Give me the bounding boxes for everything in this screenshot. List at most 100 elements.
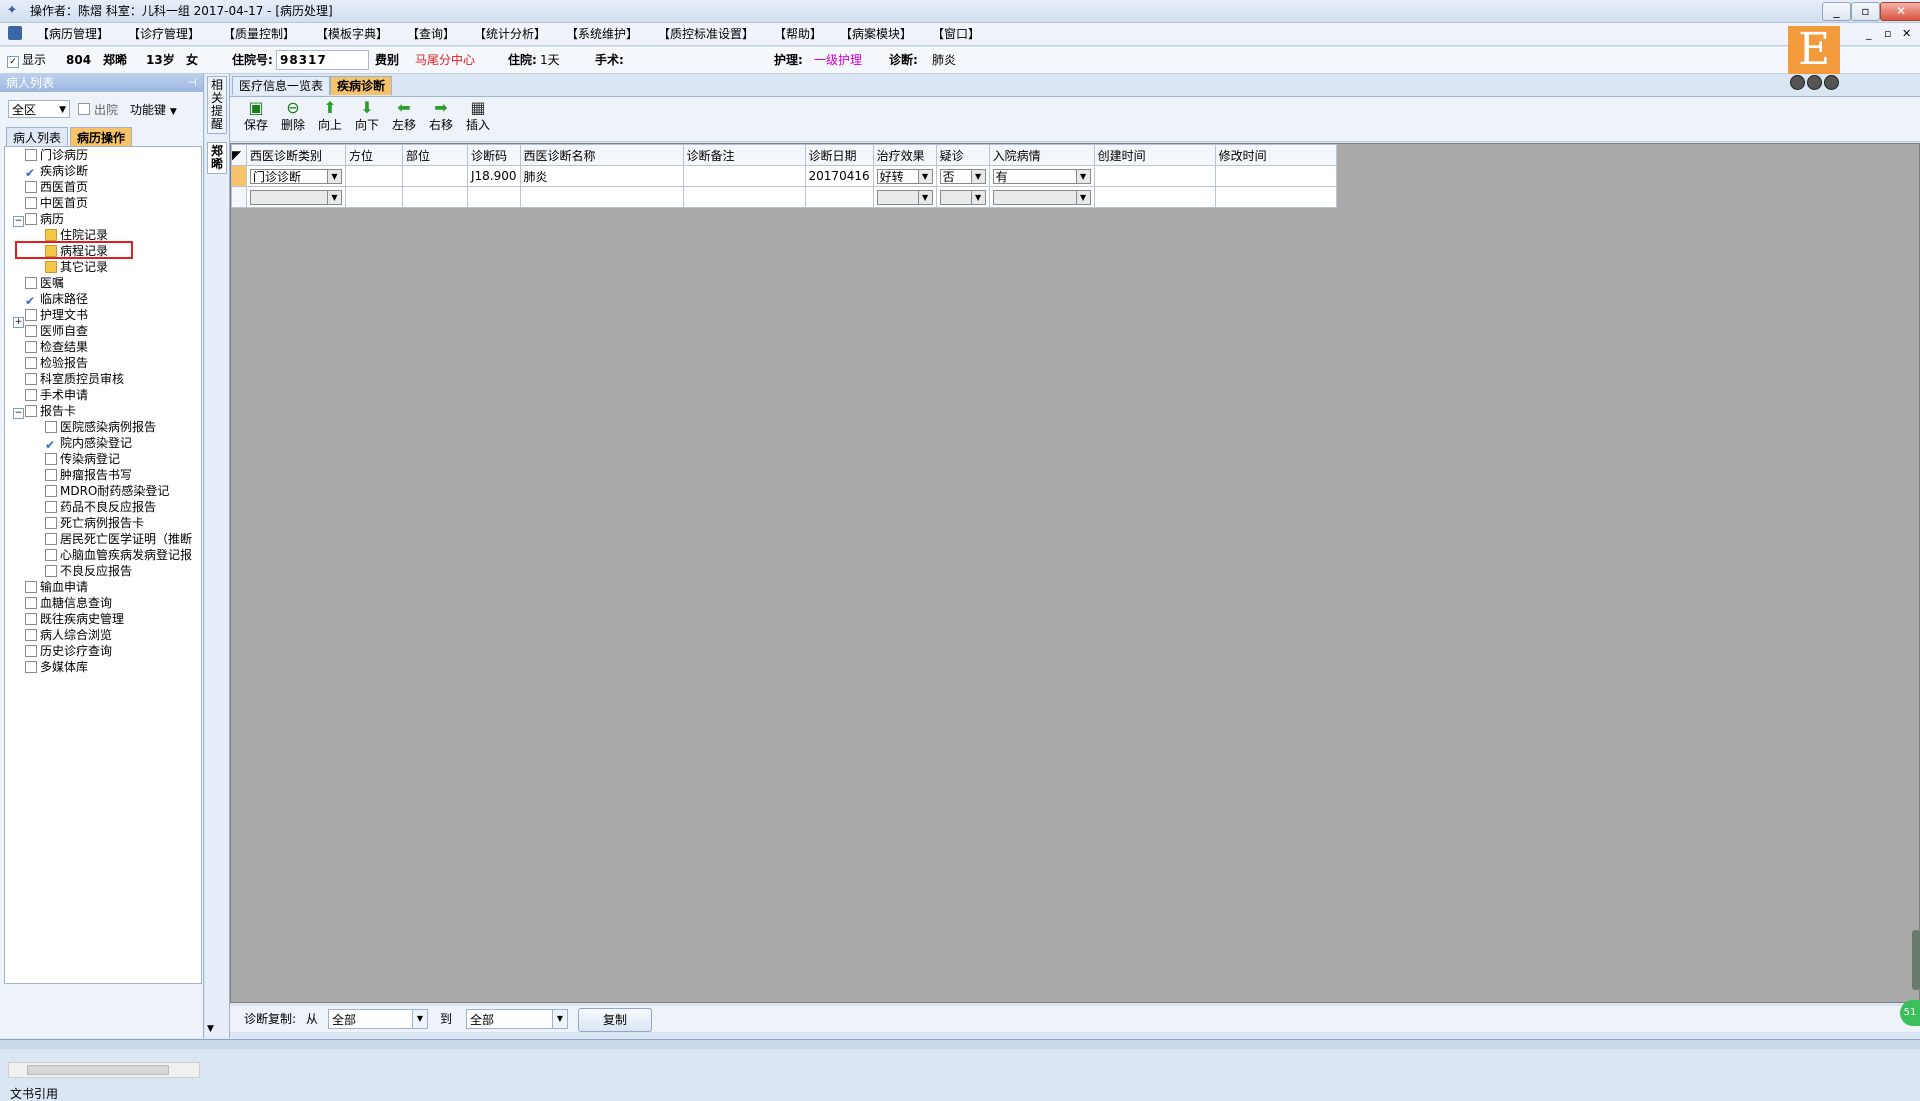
restore-button[interactable]: ▫ [1851, 2, 1880, 21]
tree-item-self-check[interactable]: 医师自查 [25, 324, 88, 339]
cell-suspected[interactable]: 否 ▼ [935, 165, 990, 187]
insert-button[interactable]: ▦ 插入 [460, 99, 496, 133]
tree-item-lab-report[interactable]: 检验报告 [25, 356, 88, 371]
col-note[interactable]: 诊断备注 [682, 144, 806, 166]
cell-category[interactable]: ▼ [246, 186, 346, 208]
col-code[interactable]: 诊断码 [467, 144, 521, 166]
menu-template-dictionary[interactable]: 【模板字典】 [316, 26, 388, 42]
mdi-restore-button[interactable]: ▫ [1884, 26, 1891, 42]
expand-icon[interactable]: + [13, 317, 24, 328]
col-date[interactable]: 诊断日期 [804, 144, 874, 166]
collapse-icon[interactable]: − [13, 408, 24, 419]
tree-item-infectious-disease[interactable]: 传染病登记 [45, 452, 120, 467]
cell-created-time[interactable] [1093, 186, 1216, 208]
tree-item-western-homepage[interactable]: 西医首页 [25, 180, 88, 195]
tree-item-glucose-query[interactable]: 血糖信息查询 [25, 596, 112, 611]
cell-side[interactable] [345, 186, 403, 208]
col-admission-condition[interactable]: 入院病情 [988, 144, 1095, 166]
minimize-button[interactable]: _ [1822, 2, 1851, 21]
chevron-down-icon[interactable]: ▼ [970, 190, 985, 204]
col-western-category[interactable]: 西医诊断类别 [246, 144, 346, 166]
tree-item-orders[interactable]: 医嘱 [25, 276, 64, 291]
chevron-down-icon[interactable]: ▼ [412, 1010, 427, 1028]
col-effect[interactable]: 治疗效果 [872, 144, 937, 166]
tree-item-surgery-request[interactable]: 手术申请 [25, 388, 88, 403]
menu-quality-control[interactable]: 【质量控制】 [223, 26, 295, 42]
col-site[interactable]: 部位 [402, 144, 468, 166]
col-diagnosis-name[interactable]: 西医诊断名称 [519, 144, 684, 166]
cell-created-time[interactable] [1093, 165, 1216, 187]
tree-item-clinical-pathway[interactable]: ✔ 临床路径 [25, 292, 88, 307]
from-select[interactable]: 全部 ▼ [328, 1009, 428, 1029]
menu-qc-standard-settings[interactable]: 【质控标准设置】 [658, 26, 754, 42]
tree-item-history-management[interactable]: 既往疾病史管理 [25, 612, 124, 627]
table-row[interactable]: ▼ ▼ ▼ ▼ [231, 186, 1337, 208]
tree-item-infection-report[interactable]: 医院感染病例报告 [45, 420, 156, 435]
menu-window[interactable]: 【窗口】 [932, 26, 980, 42]
tree-item-exam-results[interactable]: 检查结果 [25, 340, 88, 355]
chevron-down-icon[interactable]: ▼ [327, 190, 341, 204]
tree-item-death-certificate[interactable]: 居民死亡医学证明（推断 [45, 532, 192, 547]
tab-patient-list[interactable]: 病人列表 [6, 127, 69, 148]
tree-item-nosocomial-registration[interactable]: ✔ 院内感染登记 [45, 436, 132, 451]
cell-diagnosis-name[interactable] [519, 186, 684, 208]
cell-code[interactable] [467, 186, 521, 208]
col-side[interactable]: 方位 [345, 144, 403, 166]
cell-admission-condition[interactable]: 有 ▼ [988, 165, 1095, 187]
effect-combobox[interactable]: 好转 ▼ [876, 168, 933, 184]
document-reference[interactable]: 文书引用 [10, 1087, 58, 1101]
cell-modified-time[interactable] [1214, 165, 1337, 187]
to-select[interactable]: 全部 ▼ [466, 1009, 568, 1029]
tree-item-medical-record[interactable]: 病历 [25, 212, 64, 227]
tree-item-disease-diagnosis[interactable]: ✔ 疾病诊断 [25, 164, 88, 179]
cell-code[interactable]: J18.900 [467, 165, 521, 187]
table-row[interactable]: 门诊诊断 ▼ J18.900 肺炎 20170416 好转 ▼ 否 ▼ 有 ▼ [231, 165, 1337, 187]
tree-item-chinese-homepage[interactable]: 中医首页 [25, 196, 88, 211]
tree-item-cardio-registration[interactable]: 心脑血管疾病发病登记报 [45, 548, 192, 563]
move-down-button[interactable]: ⬇ 向下 [349, 99, 385, 133]
scrollbar-thumb[interactable] [27, 1065, 169, 1075]
cell-category[interactable]: 门诊诊断 ▼ [246, 165, 346, 187]
cell-note[interactable] [682, 165, 806, 187]
mdi-minimize-button[interactable]: _ [1866, 26, 1872, 42]
suspected-combobox[interactable]: 否 ▼ [939, 168, 986, 184]
cell-date[interactable] [804, 186, 874, 208]
tree-item-death-report[interactable]: 死亡病例报告卡 [45, 516, 144, 531]
show-checkbox[interactable]: ✓ 显示 [7, 53, 46, 68]
chevron-down-icon[interactable]: ▼ [970, 169, 985, 183]
menu-statistics[interactable]: 【统计分析】 [474, 26, 546, 42]
chevron-down-icon[interactable]: ▼ [552, 1010, 567, 1028]
menu-system-maintenance[interactable]: 【系统维护】 [566, 26, 638, 42]
move-right-button[interactable]: ➡ 右移 [423, 99, 459, 133]
tray-badge[interactable]: 51 [1900, 1000, 1920, 1026]
menu-case-module[interactable]: 【病案模块】 [840, 26, 912, 42]
tree-item-multimedia[interactable]: 多媒体库 [25, 660, 88, 675]
save-button[interactable]: ▣ 保存 [238, 99, 274, 133]
row-indicator[interactable] [231, 186, 247, 208]
menu-treatment-management[interactable]: 【诊疗管理】 [128, 26, 200, 42]
tree-item-adverse-drug-report[interactable]: 药品不良反应报告 [45, 500, 156, 515]
tab-related-reminders[interactable]: 相关提醒 [207, 76, 227, 134]
tab-medical-info-overview[interactable]: 医疗信息一览表 [232, 76, 331, 95]
admission-combobox[interactable]: ▼ [992, 189, 1091, 205]
cell-site[interactable] [402, 186, 468, 208]
cell-modified-time[interactable] [1214, 186, 1337, 208]
tab-disease-diagnosis[interactable]: 疾病诊断 [330, 76, 393, 95]
menu-help[interactable]: 【帮助】 [774, 26, 822, 42]
cell-effect[interactable]: 好转 ▼ [872, 165, 937, 187]
cell-suspected[interactable]: ▼ [935, 186, 990, 208]
col-created-time[interactable]: 创建时间 [1093, 144, 1216, 166]
move-up-button[interactable]: ⬆ 向上 [312, 99, 348, 133]
tree-item-transfusion-request[interactable]: 输血申请 [25, 580, 88, 595]
cell-diagnosis-name[interactable]: 肺炎 [519, 165, 684, 187]
cell-effect[interactable]: ▼ [872, 186, 937, 208]
tree-item-nursing-docs[interactable]: 护理文书 [25, 308, 88, 323]
category-combobox[interactable]: ▼ [250, 189, 342, 205]
chevron-down-icon[interactable]: ▼ [917, 190, 932, 204]
chevron-down-icon[interactable]: ▼ [1075, 190, 1090, 204]
pin-icon[interactable]: ⊣ [187, 74, 197, 92]
scroll-down-icon[interactable]: ▼ [207, 1024, 214, 1034]
chevron-down-icon[interactable]: ▼ [1075, 169, 1090, 183]
tree-item-tumor-report[interactable]: 肿瘤报告书写 [45, 468, 132, 483]
suspected-combobox[interactable]: ▼ [939, 189, 986, 205]
